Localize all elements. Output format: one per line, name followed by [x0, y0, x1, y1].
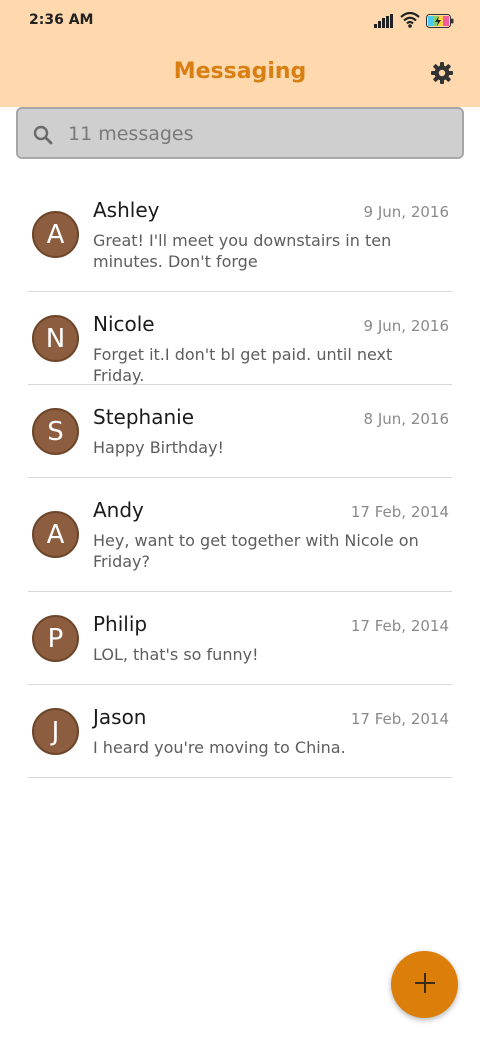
top-app-bar: 2:36 AM Messaging	[0, 0, 480, 107]
message-date: 17 Feb, 2014	[350, 710, 449, 728]
contact-name: Andy	[93, 498, 144, 522]
conversation-item[interactable]: N Nicole 9 Jun, 2016 Forget it.I don't b…	[28, 292, 452, 385]
message-preview: LOL, that's so funny!	[93, 645, 259, 664]
avatar: S	[32, 408, 79, 455]
message-date: 9 Jun, 2016	[363, 203, 449, 221]
message-date: 17 Feb, 2014	[350, 503, 449, 521]
message-preview: Happy Birthday!	[93, 438, 224, 457]
wifi-icon	[400, 11, 420, 32]
conversation-item[interactable]: J Jason 17 Feb, 2014 I heard you're movi…	[28, 685, 452, 778]
status-time: 2:36 AM	[29, 12, 94, 28]
conversation-item[interactable]: S Stephanie 8 Jun, 2016 Happy Birthday!	[28, 385, 452, 478]
conversation-item[interactable]: P Philip 17 Feb, 2014 LOL, that's so fun…	[28, 592, 452, 685]
avatar: A	[32, 211, 79, 258]
message-date: 17 Feb, 2014	[350, 617, 449, 635]
contact-name: Ashley	[93, 198, 160, 222]
conversation-list: A Ashley 9 Jun, 2016 Great! I'll meet yo…	[28, 178, 452, 778]
page-title: Messaging	[173, 59, 307, 84]
message-date: 9 Jun, 2016	[363, 317, 449, 335]
message-preview: Great! I'll meet you downstairs in ten m…	[93, 231, 392, 271]
conversation-item[interactable]: A Ashley 9 Jun, 2016 Great! I'll meet yo…	[28, 178, 452, 292]
messaging-screen: 2:36 AM Messaging 11 messages A Ashley 9…	[0, 0, 480, 1040]
avatar: A	[32, 511, 79, 558]
contact-name: Jason	[93, 705, 147, 729]
battery-icon	[426, 13, 454, 32]
search-bar[interactable]	[16, 107, 464, 159]
plus-icon	[413, 971, 437, 999]
avatar: P	[32, 615, 79, 662]
gear-icon	[430, 62, 454, 89]
signal-icon	[374, 13, 394, 32]
contact-name: Philip	[93, 612, 148, 636]
message-preview: I heard you're moving to China.	[93, 738, 346, 757]
conversation-item[interactable]: A Andy 17 Feb, 2014 Hey, want to get tog…	[28, 478, 452, 592]
message-date: 8 Jun, 2016	[363, 410, 449, 428]
avatar: J	[32, 708, 79, 755]
contact-name: Nicole	[93, 312, 155, 336]
message-preview: Forget it.I don't bl get paid. until nex…	[93, 345, 393, 385]
search-icon	[32, 124, 54, 146]
message-preview: Hey, want to get together with Nicole on…	[93, 531, 419, 571]
new-message-button[interactable]	[391, 951, 458, 1018]
contact-name: Stephanie	[93, 405, 195, 429]
status-icons	[374, 11, 454, 32]
avatar: N	[32, 315, 79, 362]
settings-button[interactable]	[430, 61, 454, 85]
search-input[interactable]	[66, 117, 450, 151]
